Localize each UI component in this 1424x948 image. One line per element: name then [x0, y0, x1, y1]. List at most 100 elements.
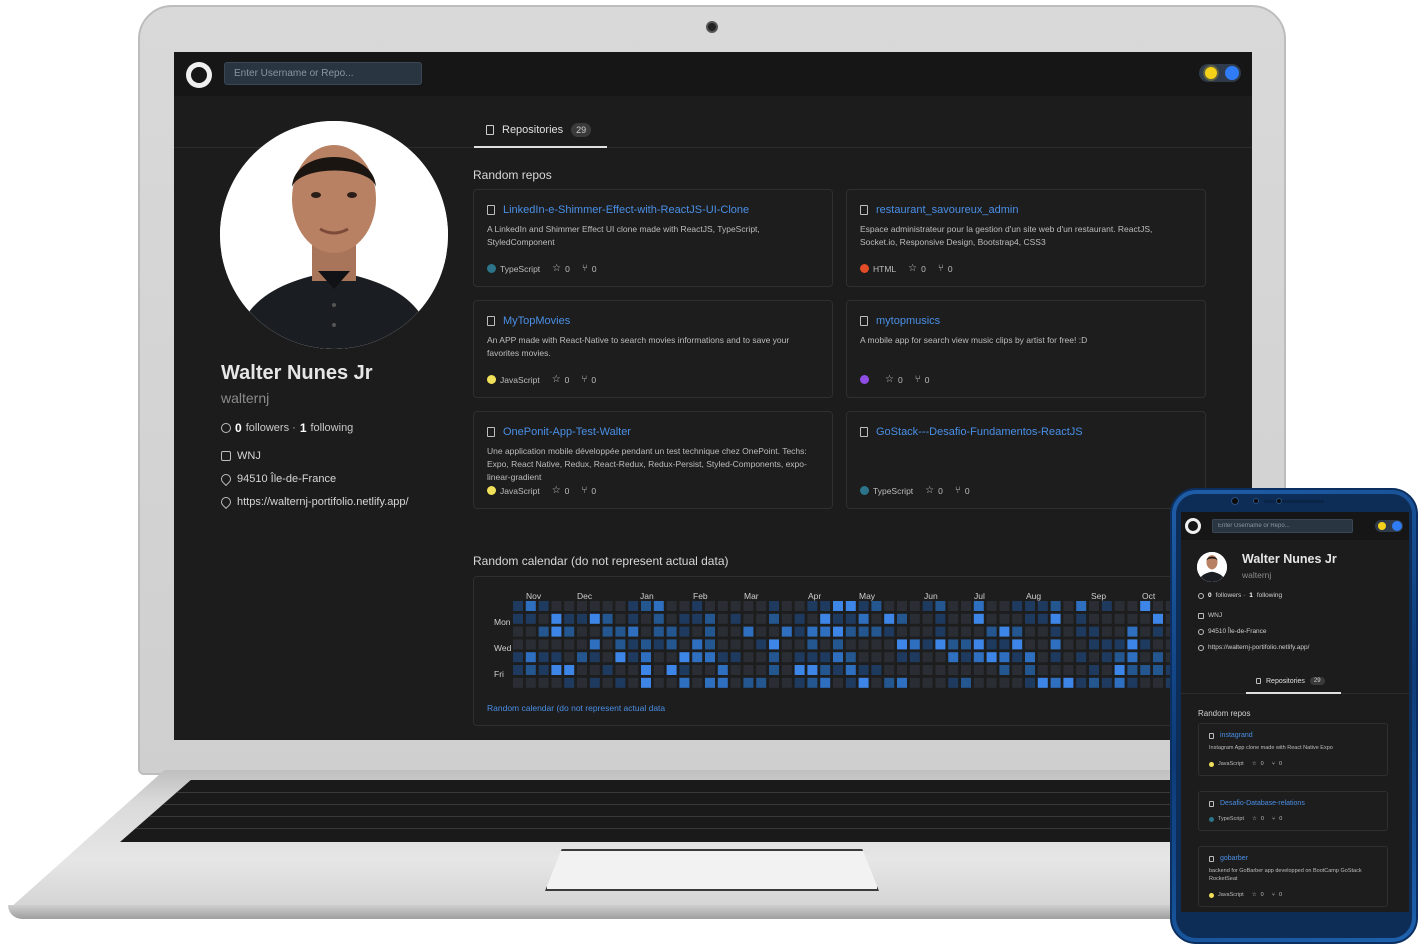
repo-stars[interactable]: ☆ 0 — [1252, 761, 1264, 767]
website-line[interactable]: https://walternj-portifolio.netlify.app/ — [218, 494, 409, 510]
repo-card-title[interactable]: gobarber — [1209, 855, 1377, 862]
calendar-day-cell — [513, 601, 523, 611]
repo-description: Instagram App clone made with React Nati… — [1209, 745, 1333, 751]
mobile-tab-repositories[interactable]: Repositories 29 — [1246, 670, 1341, 694]
calendar-note-link[interactable]: Random calendar (do not represent actual… — [487, 703, 665, 713]
repo-card-title[interactable]: GoStack---Desafio-Fundamentos-ReactJS — [860, 426, 1192, 438]
calendar-day-cell — [589, 639, 600, 650]
search-input[interactable] — [224, 62, 422, 85]
website-link[interactable]: https://walternj-portifolio.netlify.app/ — [1208, 644, 1309, 651]
repo-stars[interactable]: ☆ 0 — [552, 485, 570, 496]
repo-card-title[interactable]: mytopmusics — [860, 315, 1192, 327]
calendar-day-cell — [1114, 626, 1125, 637]
calendar-day-cell — [717, 665, 728, 675]
calendar-day-cell — [897, 665, 907, 675]
calendar-day-cell — [1037, 652, 1048, 663]
calendar-day-cell — [794, 677, 805, 688]
followers-label[interactable]: followers · — [246, 422, 296, 434]
tab-repositories[interactable]: Repositories 29 — [474, 114, 607, 148]
repo-stars[interactable]: ☆ 0 — [908, 263, 926, 274]
calendar-day-cell — [986, 613, 997, 624]
mobile-theme-toggle[interactable] — [1375, 520, 1403, 532]
repo-name-link[interactable]: Desafio-Database-relations — [1220, 800, 1305, 807]
mobile-search-input[interactable] — [1212, 519, 1353, 533]
calendar-day-cell — [858, 601, 869, 611]
github-logo-icon[interactable] — [186, 62, 212, 88]
repo-card-title[interactable]: instagrand — [1209, 732, 1377, 739]
calendar-day-cell — [769, 639, 779, 650]
building-icon — [1198, 612, 1204, 619]
repo-forks[interactable]: ⑂ 0 — [955, 485, 970, 496]
calendar-day-cell — [871, 601, 882, 611]
repo-card-title[interactable]: OnePonit-App-Test-Walter — [487, 426, 819, 438]
calendar-day-cell — [999, 626, 1010, 637]
calendar-day-cell — [666, 601, 677, 611]
repo-card-title[interactable]: MyTopMovies — [487, 315, 819, 327]
repo-name-link[interactable]: OnePonit-App-Test-Walter — [503, 426, 631, 438]
calendar-day-cell — [756, 626, 767, 637]
calendar-day-cell — [1050, 601, 1061, 611]
calendar-day-cell — [577, 613, 587, 624]
calendar-day-cell — [1012, 601, 1023, 611]
repo-language: JavaScript — [1209, 761, 1244, 767]
repo-name-link[interactable]: restaurant_savoureux_admin — [876, 204, 1018, 216]
repo-forks[interactable]: ⑂ 0 — [581, 485, 596, 496]
calendar-day-cell — [730, 639, 741, 650]
calendar-day-cell — [589, 652, 600, 663]
repo-stars[interactable]: ☆ 0 — [885, 374, 903, 385]
repo-card-title[interactable]: Desafio-Database-relations — [1209, 800, 1377, 807]
repo-stars[interactable]: ☆ 0 — [552, 263, 570, 274]
month-label: Apr — [808, 591, 822, 601]
calendar-day-cell — [1025, 677, 1035, 688]
calendar-day-cell — [564, 665, 575, 675]
month-label: Nov — [526, 591, 542, 601]
repo-card-title[interactable]: LinkedIn-e-Shimmer-Effect-with-ReactJS-U… — [487, 204, 819, 216]
repo-name-link[interactable]: mytopmusics — [876, 315, 940, 327]
website-link[interactable]: https://walternj-portifolio.netlify.app/ — [237, 496, 409, 508]
repo-forks[interactable]: ⑂ 0 — [1272, 892, 1282, 898]
repo-forks[interactable]: ⑂ 0 — [915, 374, 930, 385]
calendar-day-cell — [833, 613, 843, 624]
fork-icon: ⑂ — [914, 374, 921, 385]
repo-language: JavaScript — [487, 486, 540, 496]
repo-forks[interactable]: ⑂ 0 — [581, 374, 596, 385]
following-label[interactable]: following — [1257, 592, 1282, 599]
repo-forks[interactable]: ⑂ 0 — [582, 263, 597, 274]
calendar-day-cell — [692, 613, 703, 624]
repo-forks[interactable]: ⑂ 0 — [1272, 816, 1282, 822]
calendar-day-cell — [705, 677, 715, 688]
repo-name-link[interactable]: instagrand — [1220, 732, 1253, 739]
repo-name-link[interactable]: gobarber — [1220, 855, 1248, 862]
calendar-day-cell — [705, 613, 715, 624]
calendar-day-cell — [525, 677, 536, 688]
mobile-website-line[interactable]: https://walternj-portifolio.netlify.app/ — [1198, 644, 1309, 651]
calendar-day-cell — [1101, 652, 1112, 663]
calendar-day-cell — [743, 652, 754, 663]
calendar-day-cell — [871, 665, 882, 675]
calendar-day-cell — [577, 665, 587, 675]
repo-name-link[interactable]: MyTopMovies — [503, 315, 570, 327]
repo-meta: HTML ☆ 0 ⑂ 0 — [860, 263, 953, 274]
repo-stars[interactable]: ☆ 0 — [1252, 892, 1264, 898]
repo-card-title[interactable]: restaurant_savoureux_admin — [860, 204, 1192, 216]
repo-stars[interactable]: ☆ 0 — [925, 485, 943, 496]
repo-forks[interactable]: ⑂ 0 — [1272, 761, 1282, 767]
calendar-day-cell — [884, 626, 895, 637]
calendar-day-cell — [884, 613, 895, 624]
repo-name-link[interactable]: GoStack---Desafio-Fundamentos-ReactJS — [876, 426, 1083, 438]
calendar-day-cell — [935, 613, 946, 624]
theme-toggle[interactable] — [1199, 64, 1241, 82]
repo-forks[interactable]: ⑂ 0 — [938, 263, 953, 274]
calendar-day-cell — [679, 639, 690, 650]
repo-name-link[interactable]: LinkedIn-e-Shimmer-Effect-with-ReactJS-U… — [503, 204, 749, 216]
repo-stars[interactable]: ☆ 0 — [552, 374, 570, 385]
github-logo-icon[interactable] — [1185, 518, 1201, 534]
calendar-day-cell — [551, 665, 562, 675]
following-label[interactable]: following — [311, 422, 354, 434]
followers-label[interactable]: followers · — [1216, 592, 1246, 599]
repo-stars[interactable]: ☆ 0 — [1252, 816, 1264, 822]
calendar-day-cell — [1076, 677, 1087, 688]
repo-language: TypeScript — [860, 486, 913, 496]
calendar-day-cell — [513, 613, 523, 624]
calendar-day-cell — [1076, 613, 1087, 624]
